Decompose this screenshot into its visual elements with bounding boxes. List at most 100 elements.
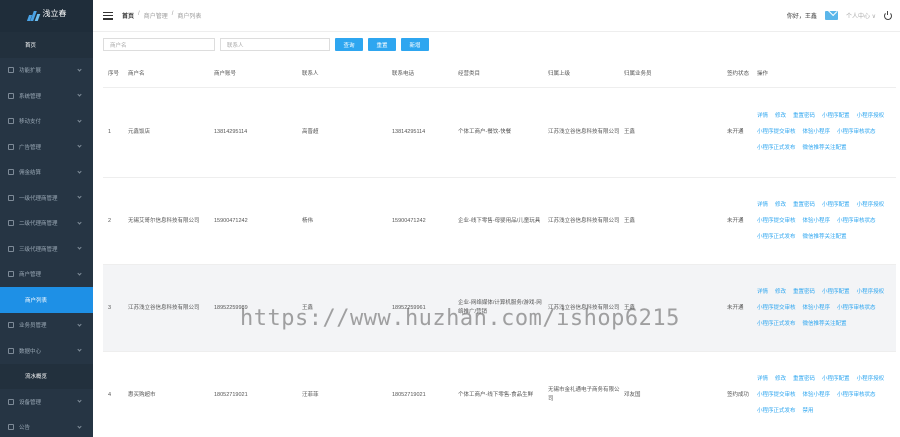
logout-power-icon[interactable] bbox=[884, 10, 892, 20]
row-action-link[interactable]: 修改 bbox=[775, 376, 786, 383]
row-action-link[interactable]: 详情 bbox=[757, 289, 768, 296]
row-action-link[interactable]: 体验小程序 bbox=[803, 305, 831, 312]
sidebar-item[interactable]: 业务员管理 bbox=[0, 313, 93, 339]
menu-icon bbox=[8, 398, 14, 405]
sidebar-item[interactable]: 功能扩展 bbox=[0, 58, 93, 84]
row-action-link[interactable]: 体验小程序 bbox=[803, 218, 831, 225]
cell-staff: 王鑫 bbox=[624, 304, 636, 311]
sidebar-item[interactable]: 系统管理 bbox=[0, 83, 93, 109]
breadcrumb-home[interactable]: 首页 bbox=[122, 11, 134, 20]
row-action-link[interactable]: 小程序提交审核 bbox=[757, 392, 796, 399]
sidebar-item[interactable]: 数据中心 bbox=[0, 338, 93, 364]
header-right: 你好，王鑫 个人中心 ∨ bbox=[787, 10, 892, 20]
row-action-link[interactable]: 小程序审核状态 bbox=[837, 392, 876, 399]
row-action-link[interactable]: 小程序审核状态 bbox=[837, 129, 876, 136]
cell-account: 18052719021 bbox=[214, 391, 248, 398]
sidebar-item[interactable]: 佣金结算 bbox=[0, 160, 93, 186]
row-action-link[interactable]: 小程序配置 bbox=[822, 202, 850, 209]
cell-no: 1 bbox=[108, 129, 112, 135]
cell-staff: 王鑫 bbox=[624, 129, 636, 135]
search-button[interactable]: 查询 bbox=[335, 38, 363, 51]
row-action-link[interactable]: 重置密码 bbox=[793, 289, 815, 296]
sidebar-item[interactable]: 首页 bbox=[0, 32, 93, 58]
row-action-link[interactable]: 小程序正式发布 bbox=[757, 145, 796, 152]
row-action-link[interactable]: 小程序正式发布 bbox=[757, 234, 796, 241]
sidebar-item[interactable]: 公告 bbox=[0, 415, 93, 437]
row-action-link[interactable]: 小程序授权 bbox=[857, 376, 885, 383]
table-row: 1 元鑫饭店 13814295114 高晋超 13814295114 个体工商户-餐饮-快… bbox=[103, 88, 896, 178]
row-action-link[interactable]: 详情 bbox=[757, 113, 768, 120]
row-action-link[interactable]: 小程序授权 bbox=[857, 202, 885, 209]
row-action-link[interactable]: 小程序提交审核 bbox=[757, 305, 796, 312]
row-action-link[interactable]: 修改 bbox=[775, 113, 786, 120]
cell-phone: 18052719021 bbox=[392, 391, 426, 398]
row-action-link[interactable]: 详情 bbox=[757, 202, 768, 209]
row-action-link[interactable]: 小程序配置 bbox=[822, 289, 850, 296]
chevron-down-icon bbox=[77, 219, 82, 225]
row-action-link[interactable]: 小程序授权 bbox=[857, 289, 885, 296]
table-row: 3 江苏浅立谷信息科技有限公司 18952259989 王鑫 18952259961 企业… bbox=[103, 265, 896, 352]
row-action-link[interactable]: 小程序授权 bbox=[857, 113, 885, 120]
cell-parent: 无锡市金礼通电子商务有限公司 bbox=[548, 387, 620, 402]
user-center-dropdown[interactable]: 个人中心 ∨ bbox=[846, 11, 876, 20]
row-action-link[interactable]: 修改 bbox=[775, 289, 786, 296]
table-row: 2 无锡艾哥尔信息科技有限公司 15900471242 杨伟 15900471242 企业… bbox=[103, 178, 896, 265]
row-action-link[interactable]: 禁用 bbox=[803, 408, 814, 415]
mail-icon[interactable] bbox=[824, 11, 838, 20]
sidebar-item[interactable]: 商户列表 bbox=[0, 287, 93, 313]
row-action-link[interactable]: 微信推荐关注配置 bbox=[803, 321, 847, 328]
row-action-link[interactable]: 修改 bbox=[775, 202, 786, 209]
sidebar-item[interactable]: 三级代理商管理 bbox=[0, 236, 93, 262]
menu-icon bbox=[8, 118, 14, 125]
sidebar-item[interactable]: 商户管理 bbox=[0, 262, 93, 288]
breadcrumb-separator: / bbox=[171, 11, 174, 17]
sidebar-menu: 首页功能扩展系统管理 移动支付 广告管理 佣金结算 一级代理商管理 二级代理商管理 三级代理… bbox=[0, 32, 93, 437]
merchant-table: 序号 商户名 商户账号 联系人 联系电话 经营类目 归属上级 归属业务员 签约状态 操作 1 元鑫饭… bbox=[103, 61, 896, 437]
sidebar-item[interactable]: 二级代理商管理 bbox=[0, 211, 93, 237]
contact-input[interactable]: 联系人 bbox=[220, 38, 330, 51]
logo[interactable]: 浅立春 ····· bbox=[0, 0, 93, 32]
table-row: 4 惠买购超市 18052719021 汪菲菲 18052719021 个体工商户-线下零… bbox=[103, 352, 896, 437]
sidebar-item-label: 业务员管理 bbox=[19, 323, 47, 330]
sidebar-item[interactable]: 设备管理 bbox=[0, 389, 93, 415]
row-action-link[interactable]: 小程序提交审核 bbox=[757, 218, 796, 225]
row-action-link[interactable]: 微信推荐关注配置 bbox=[803, 145, 847, 152]
row-action-link[interactable]: 小程序提交审核 bbox=[757, 129, 796, 136]
table-header: 序号 商户名 商户账号 联系人 联系电话 经营类目 归属上级 归属业务员 签约状态 操作 bbox=[103, 61, 896, 88]
cell-name: 江苏浅立谷信息科技有限公司 bbox=[128, 304, 200, 311]
row-action-link[interactable]: 小程序审核状态 bbox=[837, 305, 876, 312]
row-action-link[interactable]: 重置密码 bbox=[793, 202, 815, 209]
row-action-link[interactable]: 重置密码 bbox=[793, 113, 815, 120]
chevron-down-icon bbox=[77, 143, 82, 148]
cell-ops: 详情 修改 重置密码 小程序配置 小程序授权小程序提交审核 体验小程序 小程序审核状态小程序… bbox=[755, 289, 896, 328]
sidebar-item[interactable]: 广告管理 bbox=[0, 134, 93, 160]
row-action-link[interactable]: 微信推荐关注配置 bbox=[803, 234, 847, 241]
merchant-name-input[interactable]: 商户名 bbox=[103, 38, 215, 51]
column-header: 归属业务员 bbox=[624, 70, 652, 77]
add-button[interactable]: 新增 bbox=[401, 38, 429, 51]
cell-parent: 江苏浅立谷信息科技有限公司 bbox=[548, 304, 620, 311]
chevron-down-icon bbox=[77, 245, 82, 250]
row-action-link[interactable]: 体验小程序 bbox=[803, 392, 831, 399]
row-action-link[interactable]: 体验小程序 bbox=[803, 129, 831, 136]
sidebar-item[interactable]: 一级代理商管理 bbox=[0, 185, 93, 211]
sidebar-item[interactable]: 移动支付 bbox=[0, 109, 93, 135]
row-action-link[interactable]: 小程序正式发布 bbox=[757, 408, 796, 415]
breadcrumb-merchant-management[interactable]: 商户管理 bbox=[144, 11, 168, 20]
row-action-link[interactable]: 重置密码 bbox=[793, 376, 815, 383]
row-action-link[interactable]: 小程序审核状态 bbox=[837, 218, 876, 225]
row-action-link[interactable]: 详情 bbox=[757, 376, 768, 383]
row-action-link[interactable]: 小程序正式发布 bbox=[757, 321, 796, 328]
cell-phone: 18952259961 bbox=[392, 304, 426, 311]
sidebar-item-label: 功能扩展 bbox=[19, 68, 42, 75]
menu-toggle-icon[interactable] bbox=[103, 11, 113, 20]
menu-icon bbox=[8, 67, 14, 74]
cell-ops: 详情 修改 重置密码 小程序配置 小程序授权小程序提交审核 体验小程序 小程序审核状态小程序… bbox=[755, 376, 896, 415]
table-body: 1 元鑫饭店 13814295114 高晋超 13814295114 个体工商户-餐饮-快… bbox=[103, 88, 896, 437]
menu-icon bbox=[8, 143, 14, 150]
cell-contact: 王鑫 bbox=[302, 304, 314, 311]
row-action-link[interactable]: 小程序配置 bbox=[822, 376, 850, 383]
sidebar-item[interactable]: 流水概览 bbox=[0, 363, 93, 389]
row-action-link[interactable]: 小程序配置 bbox=[822, 113, 850, 120]
reset-button[interactable]: 重置 bbox=[368, 38, 396, 51]
